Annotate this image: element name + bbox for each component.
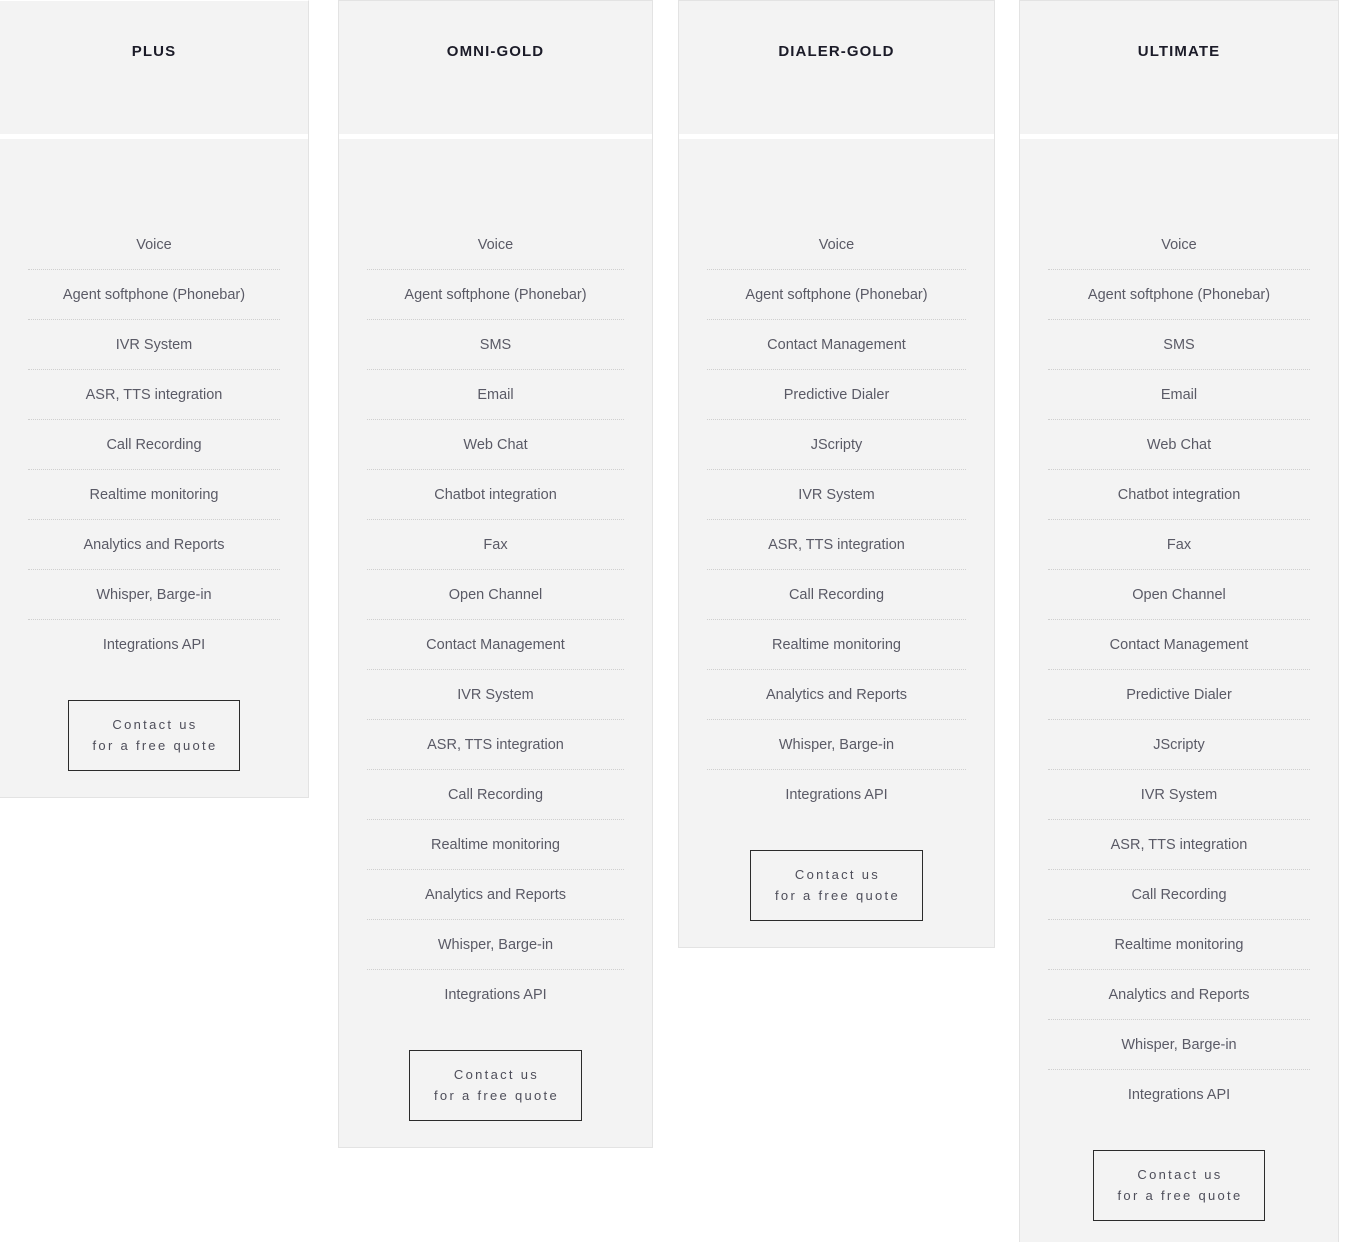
feature-item: Email [367, 370, 624, 420]
feature-item: Fax [367, 520, 624, 570]
feature-item: Open Channel [1048, 570, 1310, 620]
feature-item: Integrations API [785, 787, 888, 803]
feature-item: Call Recording [28, 420, 280, 470]
plan-header: ULTIMATE [1020, 1, 1338, 134]
feature-item: Whisper, Barge-in [367, 920, 624, 970]
plan-title: PLUS [131, 43, 177, 60]
feature-item: Web Chat [367, 420, 624, 470]
feature-item: SMS [367, 320, 624, 370]
feature-list: Voice Agent softphone (Phonebar) Contact M… [707, 139, 966, 820]
contact-us-button-line1: Contact us [112, 717, 198, 732]
plan-card: OMNI-GOLD Voice Agent softphone (Phonebar)… [338, 0, 653, 1148]
contact-us-button-line2: for a free quote [92, 738, 218, 753]
feature-item: Voice [707, 220, 966, 270]
feature-item: IVR System [707, 470, 966, 520]
contact-us-button[interactable]: Contact us for a free quote [750, 850, 923, 921]
feature-item: Predictive Dialer [1048, 670, 1310, 720]
feature-item: Analytics and Reports [367, 870, 624, 920]
plan-body: Voice Agent softphone (Phonebar) SMS Email W… [1020, 139, 1338, 1242]
plan-title: ULTIMATE [1137, 43, 1221, 60]
feature-item: Agent softphone (Phonebar) [707, 270, 966, 320]
feature-item: Analytics and Reports [707, 670, 966, 720]
feature-item: Call Recording [707, 570, 966, 620]
contact-us-button-line2: for a free quote [434, 1088, 559, 1103]
feature-item: Contact Management [367, 620, 624, 670]
feature-item: Call Recording [1048, 870, 1310, 920]
plan-body: Voice Agent softphone (Phonebar) SMS Email W… [339, 139, 652, 1147]
feature-item: Open Channel [367, 570, 624, 620]
cta-area: Contact us for a free quote [367, 1020, 624, 1147]
feature-list: Voice Agent softphone (Phonebar) IVR Syste… [28, 139, 280, 670]
feature-item: ASR, TTS integration [28, 370, 280, 420]
feature-item: Whisper, Barge-in [28, 570, 280, 620]
feature-item: Whisper, Barge-in [1048, 1020, 1310, 1070]
feature-item: Voice [1048, 220, 1310, 270]
feature-item: Analytics and Reports [1048, 970, 1310, 1020]
contact-us-button-line1: Contact us [794, 867, 881, 882]
feature-item: ASR, TTS integration [367, 720, 624, 770]
feature-item: ASR, TTS integration [1048, 820, 1310, 870]
feature-item: ASR, TTS integration [707, 520, 966, 570]
feature-item: Predictive Dialer [707, 370, 966, 420]
feature-item: Agent softphone (Phonebar) [1048, 270, 1310, 320]
feature-item: Email [1048, 370, 1310, 420]
feature-item: IVR System [1048, 770, 1310, 820]
plan-title: DIALER-GOLD [778, 43, 895, 60]
feature-item: Realtime monitoring [367, 820, 624, 870]
feature-item: Realtime monitoring [28, 470, 280, 520]
plan-header: OMNI-GOLD [339, 1, 652, 134]
contact-us-button-line2: for a free quote [775, 888, 900, 903]
contact-us-button-line2: for a free quote [1117, 1188, 1243, 1203]
contact-us-button-line1: Contact us [453, 1067, 540, 1082]
feature-item: Voice [28, 220, 280, 270]
plan-card: DIALER-GOLD Voice Agent softphone (Phoneba… [678, 0, 995, 948]
contact-us-button[interactable]: Contact us for a free quote [67, 700, 241, 771]
feature-item: Call Recording [367, 770, 624, 820]
feature-item: IVR System [367, 670, 624, 720]
plan-header: DIALER-GOLD [679, 1, 994, 134]
feature-item: Chatbot integration [367, 470, 624, 520]
feature-item: Integrations API [102, 637, 206, 653]
feature-item: Agent softphone (Phonebar) [28, 270, 280, 320]
feature-list: Voice Agent softphone (Phonebar) SMS Email W… [1048, 139, 1310, 1120]
plan-body: Voice Agent softphone (Phonebar) IVR Syste… [0, 139, 308, 797]
feature-item: Web Chat [1048, 420, 1310, 470]
feature-item: Fax [1048, 520, 1310, 570]
contact-us-button-line1: Contact us [1137, 1167, 1223, 1182]
cta-area: Contact us for a free quote [707, 820, 966, 947]
cta-area: Contact us for a free quote [1048, 1120, 1310, 1242]
plan-title: OMNI-GOLD [446, 43, 545, 60]
feature-item: Whisper, Barge-in [707, 720, 966, 770]
feature-item: Agent softphone (Phonebar) [367, 270, 624, 320]
contact-us-button[interactable]: Contact us for a free quote [409, 1050, 582, 1121]
plan-body: Voice Agent softphone (Phonebar) Contact M… [679, 139, 994, 947]
feature-item: JScripty [1048, 720, 1310, 770]
cta-area: Contact us for a free quote [28, 670, 280, 797]
contact-us-button[interactable]: Contact us for a free quote [1092, 1150, 1266, 1221]
plan-card: PLUS Voice Agent softphone (Phonebar) IVR S… [0, 0, 309, 798]
feature-item: Realtime monitoring [1048, 920, 1310, 970]
pricing-table: PLUS Voice Agent softphone (Phonebar) IVR S… [0, 0, 1346, 1242]
feature-list: Voice Agent softphone (Phonebar) SMS Email W… [367, 139, 624, 1020]
feature-item: Realtime monitoring [707, 620, 966, 670]
feature-item: Chatbot integration [1048, 470, 1310, 520]
feature-item: Integrations API [1127, 1087, 1231, 1103]
plan-card: ULTIMATE Voice Agent softphone (Phonebar) S… [1019, 0, 1339, 1242]
plan-header: PLUS [0, 1, 308, 134]
feature-item: Analytics and Reports [28, 520, 280, 570]
feature-item: Contact Management [1048, 620, 1310, 670]
feature-item: IVR System [28, 320, 280, 370]
feature-item: JScripty [707, 420, 966, 470]
feature-item: Integrations API [444, 987, 547, 1003]
feature-item: Voice [367, 220, 624, 270]
feature-item: SMS [1048, 320, 1310, 370]
feature-item: Contact Management [707, 320, 966, 370]
